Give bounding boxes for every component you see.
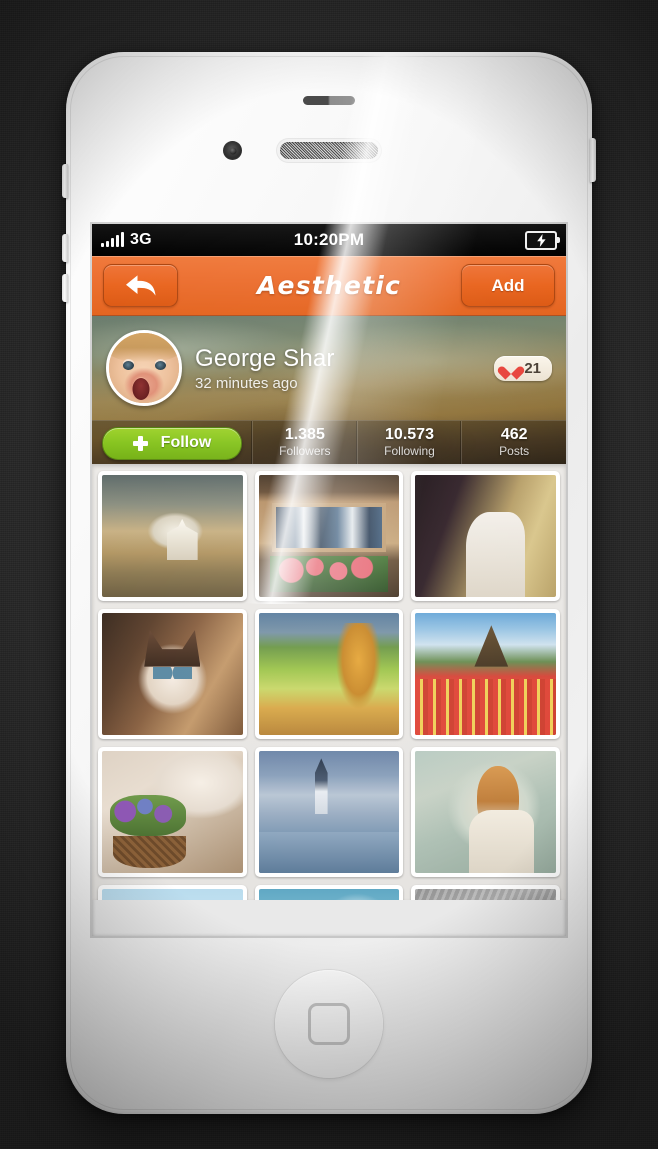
home-button-icon[interactable]	[275, 970, 383, 1078]
stat-followers-label: Followers	[279, 443, 331, 458]
stat-following-value: 10.573	[385, 426, 434, 444]
photo-grid-row	[98, 747, 561, 877]
stat-followers[interactable]: 1.385 Followers	[252, 421, 357, 464]
avatar[interactable]	[106, 330, 182, 406]
photo-thumbnail	[258, 751, 400, 873]
photo-grid[interactable]	[92, 464, 566, 900]
stat-posts[interactable]: 462 Posts	[461, 421, 566, 464]
proximity-sensor	[303, 96, 355, 105]
photo-tile-flower-basket[interactable]	[98, 747, 247, 877]
silent-switch-button[interactable]	[62, 164, 68, 198]
photo-tile-wooden-window-flowers[interactable]	[254, 471, 404, 601]
plus-icon	[132, 435, 148, 451]
photo-tile-autumn-green-hill[interactable]	[254, 609, 404, 739]
volume-up-button[interactable]	[62, 234, 68, 262]
photo-tile-church-landscape-painting[interactable]	[98, 471, 247, 601]
photo-thumbnail	[258, 475, 400, 597]
lightning-bolt-icon	[536, 233, 546, 247]
heart-icon	[503, 361, 519, 375]
photo-thumbnail	[258, 889, 400, 900]
likes-count: 21	[524, 359, 541, 377]
status-bar-left: 3G	[101, 231, 152, 249]
navigation-bar: Aesthetic Add	[92, 256, 566, 316]
photo-tile-frosty-blue-scene[interactable]	[254, 885, 404, 900]
profile-top-row: George Shar 32 minutes ago 21	[92, 316, 566, 420]
power-button[interactable]	[590, 138, 596, 182]
stat-posts-label: Posts	[499, 443, 530, 458]
photo-thumbnail	[102, 889, 243, 900]
photo-thumbnail	[415, 613, 557, 735]
photo-tile-redhead-woman-dress[interactable]	[411, 747, 561, 877]
page-title: Aesthetic	[256, 271, 402, 300]
volume-down-button[interactable]	[62, 274, 68, 302]
profile-stats-bar: Follow 1.385 Followers 10.573 Following …	[92, 420, 566, 464]
stat-following[interactable]: 10.573 Following	[356, 421, 462, 464]
profile-user-name: George Shar	[195, 344, 335, 372]
photo-thumbnail	[415, 475, 557, 597]
back-button[interactable]	[103, 264, 178, 307]
photo-tile-woman-dark-hair-wheat[interactable]	[411, 471, 561, 601]
iphone-device-frame: 3G 10:20PM Aesthetic Add George Shar 32 …	[62, 52, 596, 1114]
photo-thumbnail	[258, 613, 400, 735]
network-type-label: 3G	[130, 231, 152, 248]
home-button-square	[308, 1003, 350, 1045]
follow-button[interactable]: Follow	[102, 426, 242, 460]
follow-button-label: Follow	[160, 434, 212, 451]
photo-thumbnail	[415, 889, 557, 900]
likes-badge[interactable]: 21	[494, 355, 552, 381]
photo-tile-hot-air-balloons-sky[interactable]	[98, 885, 247, 900]
profile-header: George Shar 32 minutes ago 21 Follow 1.3…	[92, 316, 566, 464]
profile-name-block: George Shar 32 minutes ago	[195, 345, 494, 392]
photo-thumbnail	[415, 751, 557, 873]
photo-tile-snowy-alpine-village[interactable]	[254, 747, 404, 877]
front-camera-icon	[223, 141, 242, 160]
earpiece-speaker-icon	[280, 142, 378, 159]
stat-followers-value: 1.385	[284, 426, 325, 444]
status-bar: 3G 10:20PM	[92, 224, 566, 256]
avatar-hair	[109, 333, 179, 363]
status-bar-time: 10:20PM	[293, 230, 365, 249]
avatar-eye-left	[123, 361, 134, 370]
stat-following-label: Following	[384, 443, 435, 458]
phone-screen: 3G 10:20PM Aesthetic Add George Shar 32 …	[92, 224, 566, 936]
profile-timestamp: 32 minutes ago	[195, 374, 298, 392]
photo-tile-ragdoll-cat-portrait[interactable]	[98, 609, 247, 739]
photo-thumbnail	[102, 613, 243, 735]
photo-grid-row	[98, 885, 561, 900]
photo-thumbnail	[102, 475, 243, 597]
photo-grid-row	[98, 471, 561, 601]
battery-charging-icon	[525, 230, 560, 250]
avatar-mouth	[132, 377, 150, 400]
photo-grid-row	[98, 609, 561, 739]
stat-posts-value: 462	[500, 426, 528, 444]
back-arrow-icon	[125, 274, 155, 296]
photo-thumbnail	[102, 751, 243, 873]
add-button[interactable]: Add	[461, 264, 555, 307]
photo-tile-windmill-tulip-field[interactable]	[411, 609, 561, 739]
signal-bars-icon	[101, 232, 124, 247]
photo-tile-grey-texture-scene[interactable]	[411, 885, 561, 900]
